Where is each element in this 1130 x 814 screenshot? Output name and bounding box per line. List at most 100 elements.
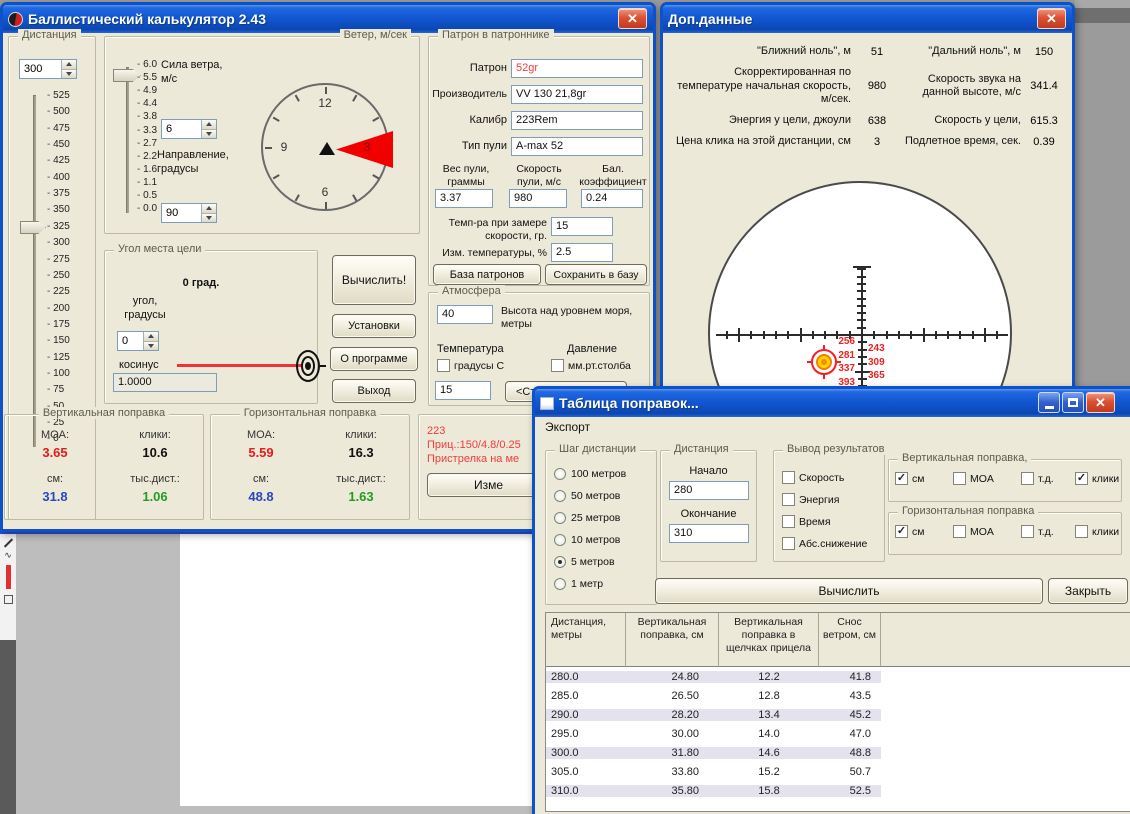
table-cell: 14.6 bbox=[719, 746, 819, 759]
main-title-bar[interactable]: Баллистический калькулятор 2.43 ✕ bbox=[3, 5, 653, 33]
table-header: Дистанция, метры Вертикальная поправка, с… bbox=[546, 613, 1130, 667]
menu-export[interactable]: Экспорт bbox=[545, 420, 590, 434]
distance-scale-label: 300 bbox=[47, 237, 70, 248]
wind-force-spinner[interactable]: 6 bbox=[161, 119, 217, 139]
bc-field[interactable]: 0.24 bbox=[581, 189, 643, 208]
unit-checkbox[interactable]: клики bbox=[1075, 525, 1119, 538]
wind-direction-value[interactable]: 90 bbox=[162, 204, 201, 222]
step-radio-option[interactable]: 10 метров bbox=[554, 533, 620, 547]
spin-up-icon[interactable] bbox=[202, 120, 216, 130]
checkbox-label: клики bbox=[1092, 525, 1120, 538]
table-row[interactable]: 310.0 35.80 15.8 52.5 bbox=[546, 781, 1130, 800]
measure-temp-field[interactable]: 15 bbox=[551, 217, 613, 236]
unit-checkbox[interactable]: MOA bbox=[953, 525, 994, 538]
wind-scale-label: 4.9 bbox=[137, 85, 157, 96]
curve-tool-icon[interactable]: ∿ bbox=[0, 550, 16, 561]
reticle-tick bbox=[971, 331, 974, 339]
spin-up-icon[interactable] bbox=[144, 332, 158, 342]
output-checkbox[interactable]: Абс.снижение bbox=[782, 537, 867, 550]
red-color-swatch[interactable] bbox=[5, 565, 11, 589]
table-row[interactable]: 290.0 28.20 13.4 45.2 bbox=[546, 705, 1130, 724]
clicks-label: клики: bbox=[139, 429, 171, 441]
temperature-field[interactable]: 15 bbox=[435, 381, 491, 400]
save-to-db-button[interactable]: Сохранить в базу bbox=[545, 264, 647, 285]
distance-scale-label: 200 bbox=[47, 303, 70, 314]
calculate-button[interactable]: Вычислить! bbox=[332, 255, 416, 305]
reticle-tick bbox=[910, 331, 913, 339]
bullet-type-field[interactable]: A-max 52 bbox=[511, 137, 643, 156]
minimize-icon[interactable] bbox=[1038, 392, 1060, 413]
table-row[interactable]: 300.0 31.80 14.6 48.8 bbox=[546, 743, 1130, 762]
table-row[interactable]: 295.0 30.00 14.0 47.0 bbox=[546, 724, 1130, 743]
reticle-tick bbox=[857, 282, 866, 285]
altitude-field[interactable]: 40 bbox=[437, 305, 493, 324]
wind-direction-spinner[interactable]: 90 bbox=[161, 203, 217, 223]
step-radio-option[interactable]: 1 метр bbox=[554, 577, 603, 591]
output-checkbox[interactable]: Скорость bbox=[782, 471, 844, 484]
paint-canvas[interactable] bbox=[180, 534, 533, 806]
unit-checkbox[interactable]: ✓ см bbox=[895, 525, 924, 538]
table-calculate-button[interactable]: Вычислить bbox=[655, 578, 1043, 604]
caliber-field[interactable]: 223Rem bbox=[511, 111, 643, 130]
range-start-field[interactable]: 280 bbox=[669, 481, 749, 500]
table-header-cell[interactable]: Вертикальная поправка, см bbox=[626, 613, 719, 667]
maximize-icon[interactable] bbox=[1062, 392, 1084, 413]
range-end-field[interactable]: 310 bbox=[669, 524, 749, 543]
shape-tool-icon[interactable] bbox=[3, 595, 13, 604]
unit-checkbox[interactable]: MOA bbox=[953, 472, 994, 485]
table-header-cell[interactable]: Вертикальная поправка в щелчках прицела bbox=[719, 613, 819, 667]
close-icon[interactable]: ✕ bbox=[618, 8, 647, 29]
exit-button[interactable]: Выход bbox=[332, 379, 416, 403]
table-title-bar[interactable]: Таблица поправок... ✕ bbox=[535, 389, 1130, 417]
unit-checkbox[interactable]: ✓ см bbox=[895, 472, 924, 485]
step-radio-option[interactable]: 5 метров bbox=[554, 555, 615, 569]
table-cell: 12.2 bbox=[719, 670, 819, 683]
close-icon[interactable]: ✕ bbox=[1086, 392, 1115, 413]
reticle-tick bbox=[873, 331, 876, 339]
output-checkbox[interactable]: Энергия bbox=[782, 493, 839, 506]
table-row[interactable]: 280.0 24.80 12.2 41.8 bbox=[546, 667, 1130, 686]
spin-down-icon[interactable] bbox=[202, 213, 216, 222]
checkbox-icon bbox=[953, 525, 966, 538]
manufacturer-label: Производитель bbox=[432, 88, 507, 100]
wind-force-value[interactable]: 6 bbox=[162, 120, 201, 138]
output-checkbox[interactable]: Время bbox=[782, 515, 831, 528]
angle-spinner[interactable]: 0 bbox=[117, 331, 159, 351]
range-end-label: Окончание bbox=[680, 508, 737, 520]
step-radio-option[interactable]: 100 метров bbox=[554, 467, 626, 481]
mmhg-checkbox[interactable]: мм.рт.столба bbox=[551, 359, 631, 372]
spin-down-icon[interactable] bbox=[202, 129, 216, 138]
table-header-cell[interactable]: Снос ветром, см bbox=[819, 613, 881, 667]
table-row[interactable]: 305.0 33.80 15.2 50.7 bbox=[546, 762, 1130, 781]
unit-checkbox[interactable]: т.д. bbox=[1021, 472, 1054, 485]
settings-button[interactable]: Установки bbox=[332, 314, 416, 338]
about-button[interactable]: О программе bbox=[330, 347, 418, 371]
corrections-table[interactable]: Дистанция, метры Вертикальная поправка, с… bbox=[545, 612, 1130, 812]
clicks-label: клики: bbox=[345, 429, 377, 441]
table-close-button[interactable]: Закрыть bbox=[1048, 578, 1128, 604]
cosine-field[interactable]: 1.0000 bbox=[113, 373, 217, 392]
spin-down-icon[interactable] bbox=[144, 341, 158, 350]
bullet-type-label: Тип пули bbox=[461, 140, 507, 152]
table-row[interactable]: 285.0 26.50 12.8 43.5 bbox=[546, 686, 1130, 705]
pencil-tool-icon[interactable] bbox=[3, 538, 13, 548]
clicks-value: 10.6 bbox=[142, 445, 168, 460]
cartridge-db-button[interactable]: База патронов bbox=[433, 264, 541, 285]
table-cell: 31.80 bbox=[626, 746, 719, 759]
bullet-weight-field[interactable]: 3.37 bbox=[435, 189, 493, 208]
unit-checkbox[interactable]: т.д. bbox=[1021, 525, 1054, 538]
manufacturer-field[interactable]: VV 130 21,8gr bbox=[511, 85, 643, 104]
spin-up-icon[interactable] bbox=[202, 204, 216, 214]
unit-checkbox[interactable]: ✓ клики bbox=[1075, 472, 1119, 485]
table-header-cell[interactable]: Дистанция, метры bbox=[546, 613, 626, 667]
dop-title-bar[interactable]: Доп.данные ✕ bbox=[663, 5, 1072, 33]
reticle-tick bbox=[725, 331, 728, 339]
step-radio-option[interactable]: 50 метров bbox=[554, 489, 620, 503]
angle-value[interactable]: 0 bbox=[118, 332, 143, 350]
close-icon[interactable]: ✕ bbox=[1037, 8, 1066, 29]
temp-change-field[interactable]: 2.5 bbox=[551, 243, 613, 262]
celsius-checkbox[interactable]: градусы C bbox=[437, 359, 504, 372]
step-radio-option[interactable]: 25 метров bbox=[554, 511, 620, 525]
bullet-speed-field[interactable]: 980 bbox=[509, 189, 567, 208]
cartridge-field[interactable]: 52gr bbox=[511, 59, 643, 78]
